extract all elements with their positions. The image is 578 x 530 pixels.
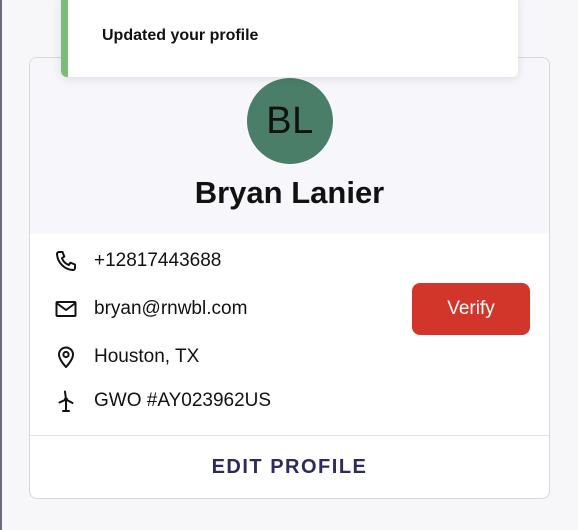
edit-profile-button[interactable]: EDIT PROFILE (30, 436, 549, 498)
phone-row: +12817443688 (53, 247, 221, 275)
window-edge (0, 0, 2, 530)
toast-message: Updated your profile (102, 27, 259, 44)
profile-header: BL Bryan Lanier (30, 58, 549, 234)
location-row: Houston, TX (53, 343, 199, 371)
phone-icon (53, 248, 79, 274)
location-pin-icon (53, 344, 79, 370)
location-text: Houston, TX (94, 346, 200, 367)
mail-icon (53, 296, 79, 322)
wind-turbine-icon (53, 388, 79, 414)
profile-card: BL Bryan Lanier +12817443688 bryan@rnwbl… (29, 57, 550, 499)
verify-button[interactable]: Verify (412, 283, 530, 335)
profile-name: Bryan Lanier (194, 175, 385, 210)
toast-notification: Updated your profile (61, 0, 518, 77)
email-address: bryan@rnwbl.com (94, 298, 248, 319)
phone-number: +12817443688 (94, 250, 222, 271)
toast-accent-bar (61, 0, 68, 77)
email-row: bryan@rnwbl.com (53, 295, 247, 323)
gwo-number: GWO #AY023962US (94, 390, 272, 411)
avatar: BL (247, 78, 333, 164)
gwo-row: GWO #AY023962US (53, 387, 271, 415)
